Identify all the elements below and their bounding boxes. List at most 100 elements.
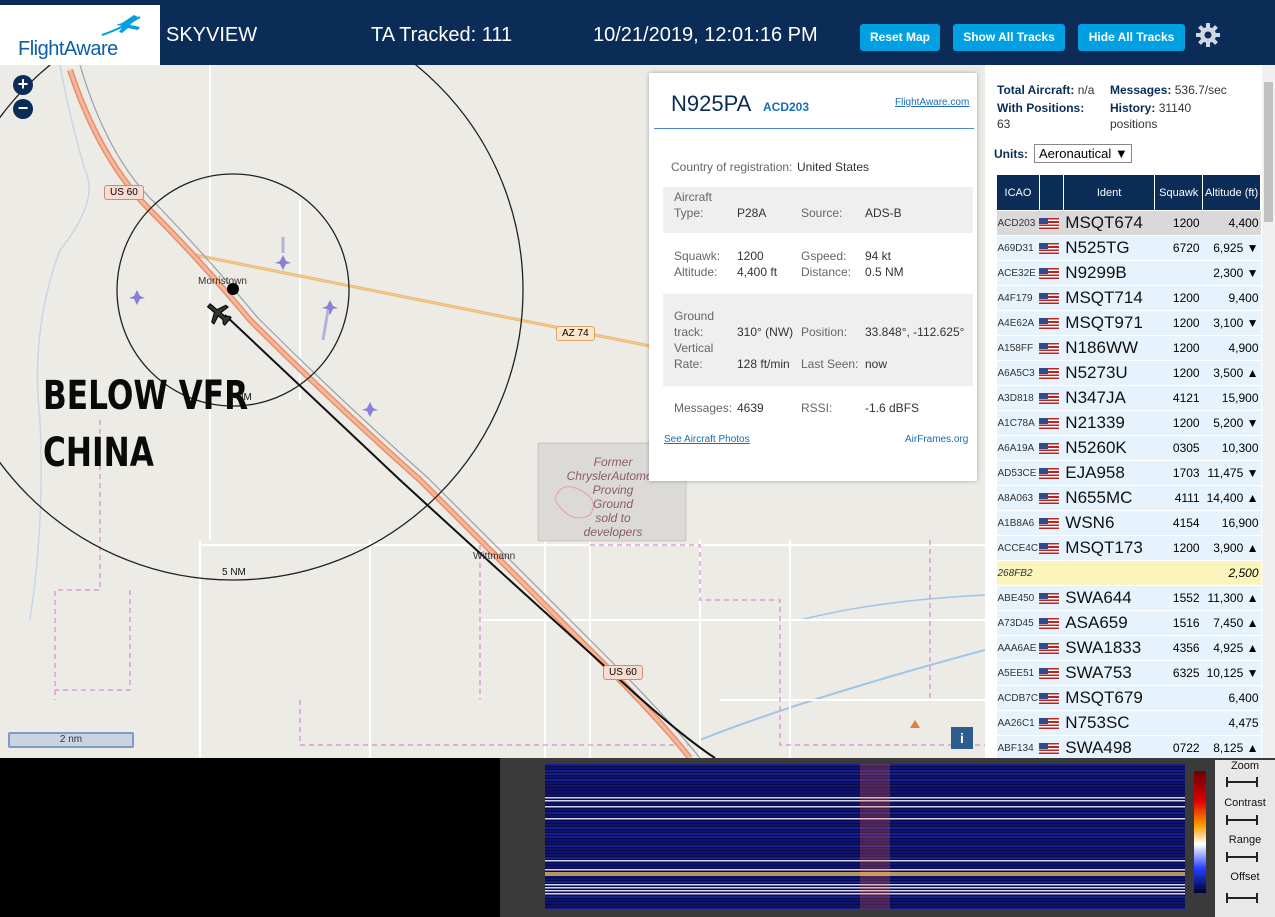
column-header-squawk[interactable]: Squawk [1154, 174, 1204, 211]
row-flag [1039, 560, 1064, 586]
source-value: ADS-B [865, 206, 902, 220]
aircraft-row[interactable]: ACCE4C MSQT173 1200 3,900 ▲ [996, 535, 1261, 561]
brand-name: FlightAware [18, 38, 118, 60]
contrast-slider[interactable] [1226, 815, 1258, 825]
column-header-altitude[interactable]: Altitude (ft) [1202, 174, 1261, 211]
flightaware-logo[interactable]: FlightAware [0, 5, 160, 65]
row-altitude: 4,400 [1202, 210, 1261, 236]
scale-bar: 2 nm [8, 732, 134, 748]
aircraft-row[interactable]: A158FF N186WW 1200 4,900 [996, 335, 1261, 361]
row-ident: N5273U [1063, 360, 1155, 386]
column-header-icao[interactable]: ICAO [996, 174, 1040, 211]
row-icao: AAA6AE [996, 635, 1040, 661]
messages-rate-value: 536.7/sec [1174, 83, 1227, 97]
row-altitude: 4,925 ▲ [1202, 635, 1261, 661]
row-icao: A4E62A [996, 310, 1040, 336]
row-squawk: 0305 [1154, 435, 1203, 461]
hide-all-tracks-button[interactable]: Hide All Tracks [1078, 24, 1185, 51]
row-squawk: 1200 [1154, 285, 1203, 311]
row-squawk: 6720 [1154, 235, 1203, 261]
info-icon[interactable]: i [951, 727, 973, 749]
spectrum-waterfall[interactable] [545, 764, 1185, 909]
row-squawk: 1703 [1154, 460, 1203, 486]
row-squawk: 1516 [1154, 610, 1203, 636]
history-unit: positions [1110, 117, 1158, 131]
aircraft-row[interactable]: A73D45 ASA659 1516 7,450 ▲ [996, 610, 1261, 636]
aircraft-row[interactable]: AAA6AE SWA1833 4356 4,925 ▲ [996, 635, 1261, 661]
proving-ground-line: sold to [595, 511, 631, 525]
aircraft-row[interactable]: A5EE51 SWA753 6325 10,125 ▼ [996, 660, 1261, 686]
sidebar-scrollbar[interactable] [1262, 65, 1275, 758]
row-altitude: 8,125 ▲ [1202, 735, 1261, 758]
track-label: Ground [674, 309, 715, 323]
aircraft-row[interactable]: A3D818 N347JA 4121 15,900 [996, 385, 1261, 411]
aircraft-row[interactable]: ABE450 SWA644 1552 11,300 ▲ [996, 585, 1261, 611]
aircraft-row[interactable]: A6A19A N5260K 0305 10,300 [996, 435, 1261, 461]
show-all-tracks-button[interactable]: Show All Tracks [953, 24, 1065, 51]
aircraft-row[interactable]: ACD203 MSQT674 1200 4,400 [996, 210, 1261, 236]
altitude-value: 4,400 ft [737, 265, 778, 279]
aircraft-row[interactable]: A69D31 N525TG 6720 6,925 ▼ [996, 235, 1261, 261]
flightaware-link[interactable]: FlightAware.com [895, 97, 969, 108]
scrollbar-thumb[interactable] [1264, 82, 1273, 222]
aircraft-table: ICAO Ident Squawk Altitude (ft) ACD203 MS… [996, 174, 1261, 758]
aircraft-row[interactable]: ABF134 SWA498 0722 8,125 ▲ [996, 735, 1261, 758]
aircraft-photos-link[interactable]: See Aircraft Photos [664, 434, 750, 445]
position-label: Position: [801, 325, 848, 339]
total-aircraft-stat: Total Aircraft: n/a [997, 83, 1094, 97]
row-squawk: 4121 [1154, 385, 1203, 411]
aircraft-row[interactable]: A1B8A6 WSN6 4154 16,900 [996, 510, 1261, 536]
gear-icon[interactable] [1195, 22, 1221, 48]
popup-callsign: N925PA [671, 91, 752, 116]
row-altitude: 7,450 ▲ [1202, 610, 1261, 636]
squawk-value: 1200 [737, 249, 764, 263]
aircraft-row[interactable]: A4E62A MSQT971 1200 3,100 ▼ [996, 310, 1261, 336]
zoom-in-button[interactable]: + [13, 75, 33, 95]
distance-label: Distance: [801, 265, 852, 279]
us-flag-icon [1039, 618, 1060, 630]
aircraft-row[interactable]: ACE32E N9299B 2,300 ▼ [996, 260, 1261, 286]
column-header-ident[interactable]: Ident [1062, 174, 1156, 211]
zoom-out-button[interactable]: − [13, 99, 33, 119]
aircraft-row[interactable]: ACDB7C MSQT679 6,400 [996, 685, 1261, 711]
with-positions-label: With Positions: [997, 101, 1085, 115]
row-squawk [1154, 260, 1203, 286]
row-ident: SWA753 [1063, 660, 1155, 686]
row-squawk [1154, 560, 1203, 586]
row-squawk: 1200 [1154, 535, 1203, 561]
row-altitude: 4,475 [1202, 710, 1261, 736]
row-ident: N9299B [1063, 260, 1155, 286]
row-icao: 268FB2 [996, 560, 1040, 586]
row-icao: A1B8A6 [996, 510, 1040, 536]
gspeed-value: 94 kt [865, 249, 892, 263]
aircraft-row[interactable]: 268FB2 2,500 [996, 560, 1261, 586]
aircraft-row[interactable]: A6A5C3 N5273U 1200 3,500 ▲ [996, 360, 1261, 386]
aircraft-row[interactable]: A1C78A N21339 1200 5,200 ▼ [996, 410, 1261, 436]
aircraft-row[interactable]: AD53CE EJA958 1703 11,475 ▼ [996, 460, 1261, 486]
row-altitude: 3,500 ▲ [1202, 360, 1261, 386]
range-slider[interactable] [1226, 852, 1258, 862]
offset-slider[interactable] [1226, 893, 1258, 903]
waterfall-strong-signal [545, 872, 1185, 876]
row-icao: A69D31 [996, 235, 1040, 261]
us-flag-icon [1039, 468, 1060, 480]
row-ident: MSQT714 [1063, 285, 1155, 311]
row-altitude: 16,900 [1202, 510, 1261, 536]
zoom-slider[interactable] [1226, 777, 1258, 787]
row-flag [1039, 435, 1064, 461]
us-flag-icon [1039, 368, 1060, 380]
proving-ground-line: developers [583, 525, 643, 539]
reset-map-button[interactable]: Reset Map [860, 24, 940, 51]
aircraft-row[interactable]: A8A063 N655MC 4111 14,400 ▲ [996, 485, 1261, 511]
popup-icao[interactable]: ACD203 [763, 100, 809, 114]
row-ident: SWA644 [1063, 585, 1155, 611]
aircraft-row[interactable]: AA26C1 N753SC 4,475 [996, 710, 1261, 736]
aircraft-row[interactable]: A4F179 MSQT714 1200 9,400 [996, 285, 1261, 311]
row-ident: N347JA [1063, 385, 1155, 411]
column-header-flag[interactable] [1038, 174, 1064, 211]
row-icao: ABF134 [996, 735, 1040, 758]
airframes-link[interactable]: AirFrames.org [905, 434, 968, 445]
row-altitude: 3,100 ▼ [1202, 310, 1261, 336]
row-altitude: 6,400 [1202, 685, 1261, 711]
units-select[interactable]: Aeronautical ▼ [1034, 144, 1132, 163]
